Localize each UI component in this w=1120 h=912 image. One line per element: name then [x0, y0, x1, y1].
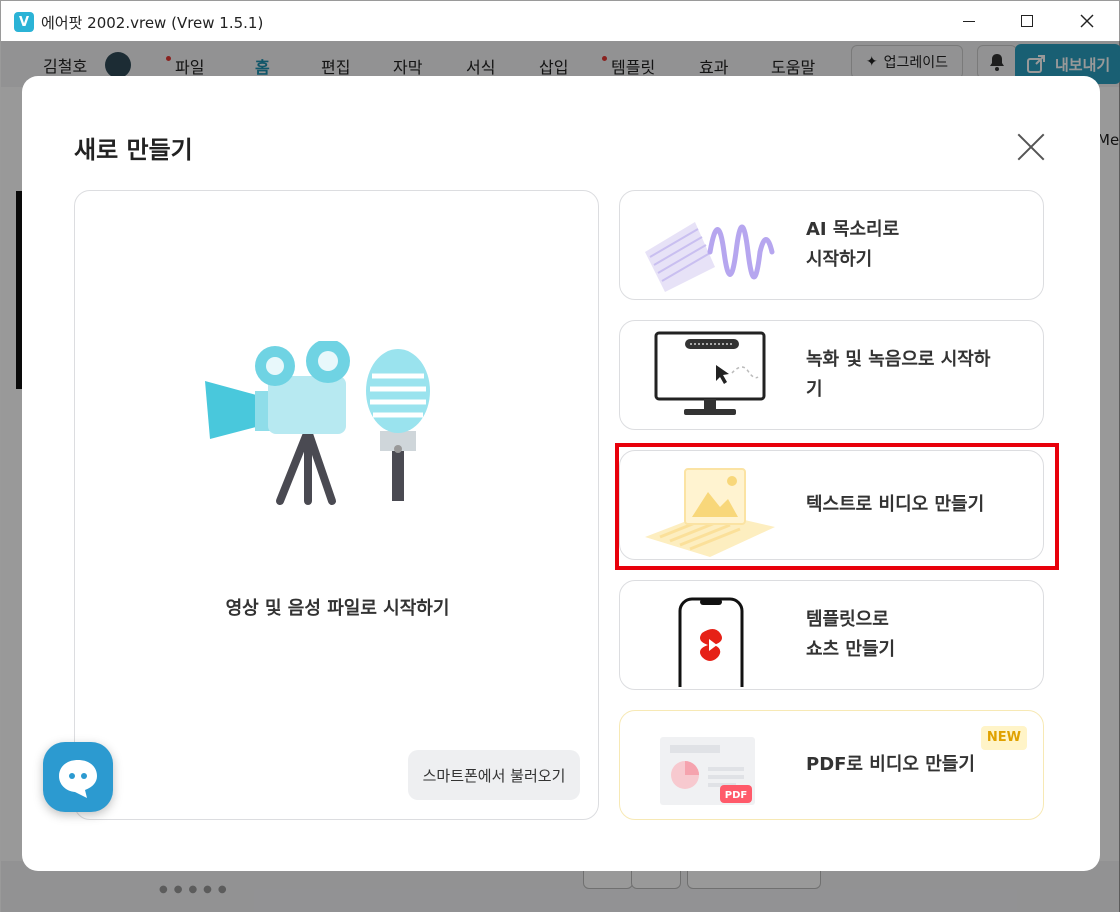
monitor-recording-illustration: [654, 331, 766, 415]
maximize-icon: [1021, 15, 1033, 27]
import-from-phone-button[interactable]: 스마트폰에서 불러오기: [408, 750, 580, 800]
window-title: 에어팟 2002.vrew (Vrew 1.5.1): [41, 14, 264, 32]
ai-voice-label-line1: AI 목소리로: [806, 219, 900, 240]
ai-voice-label: AI 목소리로 시작하기: [806, 215, 1016, 275]
record-label: 녹화 및 녹음으로 시작하 기: [806, 345, 1016, 405]
highlight-box: [615, 443, 1059, 570]
maximize-button[interactable]: [997, 1, 1057, 41]
pdf-to-video-label-line1: PDF로 비디오 만들기: [806, 754, 975, 775]
record-label-line1: 녹화 및 녹음으로 시작하: [806, 349, 991, 370]
template-shorts-label-line2: 쇼츠 만들기: [806, 639, 896, 660]
chat-support-button[interactable]: [43, 742, 113, 812]
pdf-to-video-card[interactable]: PDF PDF로 비디오 만들기 NEW: [619, 710, 1044, 820]
new-project-dialog: 새로 만들기 영상 및 음성 파일로 시작하기 스마트폰에서 불러오기 AI 목…: [22, 76, 1100, 871]
pdf-tag: PDF: [725, 790, 747, 801]
app-window: V 에어팟 2002.vrew (Vrew 1.5.1) 김철호 파일 홈 편집…: [0, 0, 1120, 912]
minimize-icon: [963, 20, 975, 22]
ai-voice-label-line2: 시작하기: [806, 249, 873, 270]
phone-shorts-illustration: [678, 597, 744, 687]
vrew-logo-icon: V: [14, 12, 34, 32]
template-shorts-card[interactable]: 템플릿으로 쇼츠 만들기: [619, 580, 1044, 690]
camera-microphone-illustration: [205, 341, 430, 505]
chat-icon: [59, 760, 97, 798]
ai-voice-card[interactable]: AI 목소리로 시작하기: [619, 190, 1044, 300]
new-badge: NEW: [980, 726, 1027, 750]
open-media-file-label: 영상 및 음성 파일로 시작하기: [225, 598, 450, 619]
record-card[interactable]: 녹화 및 녹음으로 시작하 기: [619, 320, 1044, 430]
dialog-title: 새로 만들기: [74, 136, 193, 164]
close-window-button[interactable]: [1057, 1, 1117, 41]
template-shorts-label-line1: 템플릿으로: [806, 609, 889, 630]
close-dialog-button[interactable]: [1016, 132, 1046, 162]
close-icon: [1080, 14, 1094, 28]
ai-voice-illustration: [645, 222, 775, 292]
record-label-line2: 기: [806, 379, 823, 400]
template-shorts-label: 템플릿으로 쇼츠 만들기: [806, 605, 1016, 665]
pdf-to-video-label: PDF로 비디오 만들기: [806, 750, 1016, 780]
minimize-button[interactable]: [939, 1, 999, 41]
title-bar: V 에어팟 2002.vrew (Vrew 1.5.1): [1, 1, 1119, 41]
pdf-document-illustration: PDF: [660, 737, 755, 805]
open-media-file-card[interactable]: 영상 및 음성 파일로 시작하기 스마트폰에서 불러오기: [74, 190, 599, 820]
